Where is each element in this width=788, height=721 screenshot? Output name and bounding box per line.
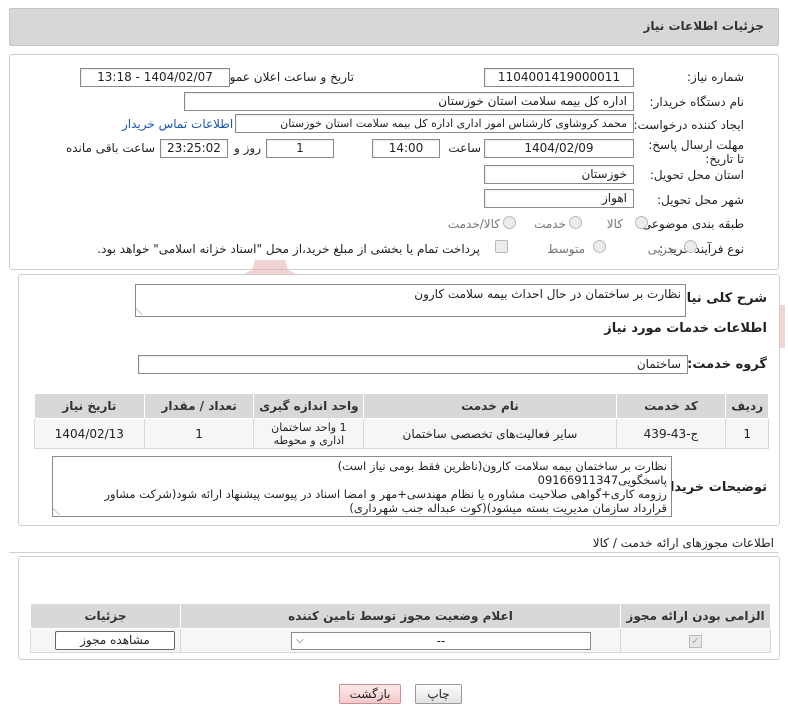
back-button[interactable]: بازگشت	[339, 684, 401, 704]
treasury-note: پرداخت تمام یا بخشی از مبلغ خرید،از محل …	[97, 242, 480, 256]
category-option-service: خدمت	[534, 217, 566, 231]
need-number-field[interactable]: 1104001419000011	[484, 68, 634, 87]
buyer-org-field[interactable]: اداره کل بیمه سلامت استان خوزستان	[184, 92, 634, 111]
remaining-label: ساعت باقی مانده	[65, 141, 155, 155]
print-button[interactable]: چاپ	[415, 684, 462, 704]
category-option-goods: کالا	[606, 217, 623, 231]
remaining-time-field[interactable]: 23:25:02	[160, 139, 228, 158]
permits-table-header: الزامی بودن ارائه مجوز اعلام وضعیت مجوز …	[30, 603, 771, 629]
category-label: طبقه بندی موضوعی:	[637, 217, 744, 231]
col-name: نام خدمت	[363, 393, 617, 419]
col-date: تاریخ نیاز	[34, 393, 145, 419]
view-permit-button[interactable]: مشاهده مجوز	[55, 631, 175, 650]
service-group-label: گروه خدمت:	[687, 357, 767, 372]
col-code: کد خدمت	[615, 393, 727, 419]
category-radio-goods[interactable]	[635, 216, 648, 229]
required-cell: ✓	[620, 628, 771, 653]
summary-label: شرح کلی نیاز:	[673, 291, 767, 306]
cell-row: 1	[725, 418, 769, 449]
permit-status-select[interactable]: -- ⌵	[291, 632, 591, 650]
permits-table: الزامی بودن ارائه مجوز اعلام وضعیت مجوز …	[30, 603, 771, 653]
treasury-checkbox[interactable]	[495, 240, 508, 253]
col-unit: واحد اندازه گیری	[253, 393, 365, 419]
category-radio-goods-service[interactable]	[503, 216, 516, 229]
permit-status-value: --	[436, 634, 446, 648]
table-row: ✓ -- ⌵ مشاهده مجوز	[30, 628, 771, 653]
days-label: روز و	[234, 141, 261, 155]
purchase-type-option-medium: متوسط	[547, 242, 585, 256]
cell-name: سایر فعالیت‌های تخصصی ساختمان	[363, 418, 617, 449]
page-title: جزئیات اطلاعات نیاز	[643, 19, 764, 33]
province-label: استان محل تحویل:	[649, 168, 744, 182]
announce-label: تاریخ و ساعت اعلان عمومی:	[209, 70, 354, 84]
need-number-label: شماره نیاز:	[687, 70, 744, 84]
purchase-type-radio-minor[interactable]	[684, 240, 697, 253]
deadline-date-field[interactable]: 1404/02/09	[484, 139, 634, 158]
summary-text: نظارت بر ساختمان در حال احداث بیمه سلامت…	[414, 287, 681, 301]
page-header: جزئیات اطلاعات نیاز	[9, 8, 779, 46]
col-row: ردیف	[725, 393, 769, 419]
col-required: الزامی بودن ارائه مجوز	[620, 603, 771, 629]
col-status: اعلام وضعیت مجوز توسط تامین کننده	[180, 603, 621, 629]
buyer-notes-label: توضیحات خریدار:	[657, 480, 767, 495]
deadline-time-label: ساعت	[448, 141, 481, 155]
cell-qty: 1	[143, 418, 255, 449]
city-field[interactable]: اهواز	[484, 189, 634, 208]
creator-field[interactable]: محمد کروشاوی کارشناس امور اداری اداره کل…	[235, 114, 634, 133]
cell-code: ج-43-439	[615, 418, 727, 449]
purchase-type-option-minor: جزیی	[647, 242, 675, 256]
cell-date: 1404/02/13	[34, 418, 145, 449]
buyer-notes-line-1: نظارت بر ساختمان بیمه سلامت کارون(ناظرین…	[337, 459, 667, 473]
buyer-org-label: نام دستگاه خریدار:	[649, 95, 745, 109]
buyer-notes-textarea[interactable]: نظارت بر ساختمان بیمه سلامت کارون(ناظرین…	[52, 456, 672, 517]
buyer-notes-line-2: پاسخگویی09166911347	[537, 473, 667, 487]
contact-info-link[interactable]: اطلاعات تماس خریدار	[122, 117, 233, 131]
services-heading: اطلاعات خدمات مورد نیاز	[604, 321, 767, 336]
city-label: شهر محل تحویل:	[657, 193, 744, 207]
status-cell: -- ⌵	[180, 628, 621, 653]
purchase-type-radio-medium[interactable]	[593, 240, 606, 253]
creator-label: ایجاد کننده درخواست:	[633, 118, 744, 132]
category-radio-service[interactable]	[569, 216, 582, 229]
permits-divider	[9, 552, 779, 553]
cell-unit: 1 واحد ساختمان اداری و محوطه	[253, 418, 365, 449]
days-field[interactable]: 1	[266, 139, 334, 158]
service-group-field[interactable]: ساختمان	[138, 355, 688, 374]
required-check-icon: ✓	[689, 635, 702, 648]
services-table: ردیف کد خدمت نام خدمت واحد اندازه گیری ت…	[34, 393, 769, 449]
resize-grip-icon[interactable]	[136, 307, 150, 315]
permits-heading: اطلاعات مجوزهای ارائه خدمت / کالا	[592, 536, 774, 550]
province-field[interactable]: خوزستان	[484, 165, 634, 184]
deadline-label: مهلت ارسال پاسخ: تا تاریخ:	[648, 138, 744, 166]
summary-textarea[interactable]: نظارت بر ساختمان در حال احداث بیمه سلامت…	[135, 284, 686, 317]
services-table-header: ردیف کد خدمت نام خدمت واحد اندازه گیری ت…	[34, 393, 769, 419]
deadline-time-field[interactable]: 14:00	[372, 139, 440, 158]
buyer-notes-line-4: قرارداد سازمان مدیریت بسته میشود)(کوت عب…	[349, 501, 667, 515]
table-row[interactable]: 1 ج-43-439 سایر فعالیت‌های تخصصی ساختمان…	[34, 418, 769, 449]
announce-field[interactable]: 1404/02/07 - 13:18	[80, 68, 230, 87]
chevron-down-icon: ⌵	[296, 635, 304, 646]
category-option-goods-service: کالا/خدمت	[447, 217, 500, 231]
details-cell: مشاهده مجوز	[30, 628, 181, 653]
col-details: جزئیات	[30, 603, 181, 629]
buyer-notes-line-3: رزومه کاری+گواهی صلاحیت مشاوره یا نظام م…	[104, 487, 667, 501]
col-qty: تعداد / مقدار	[143, 393, 255, 419]
